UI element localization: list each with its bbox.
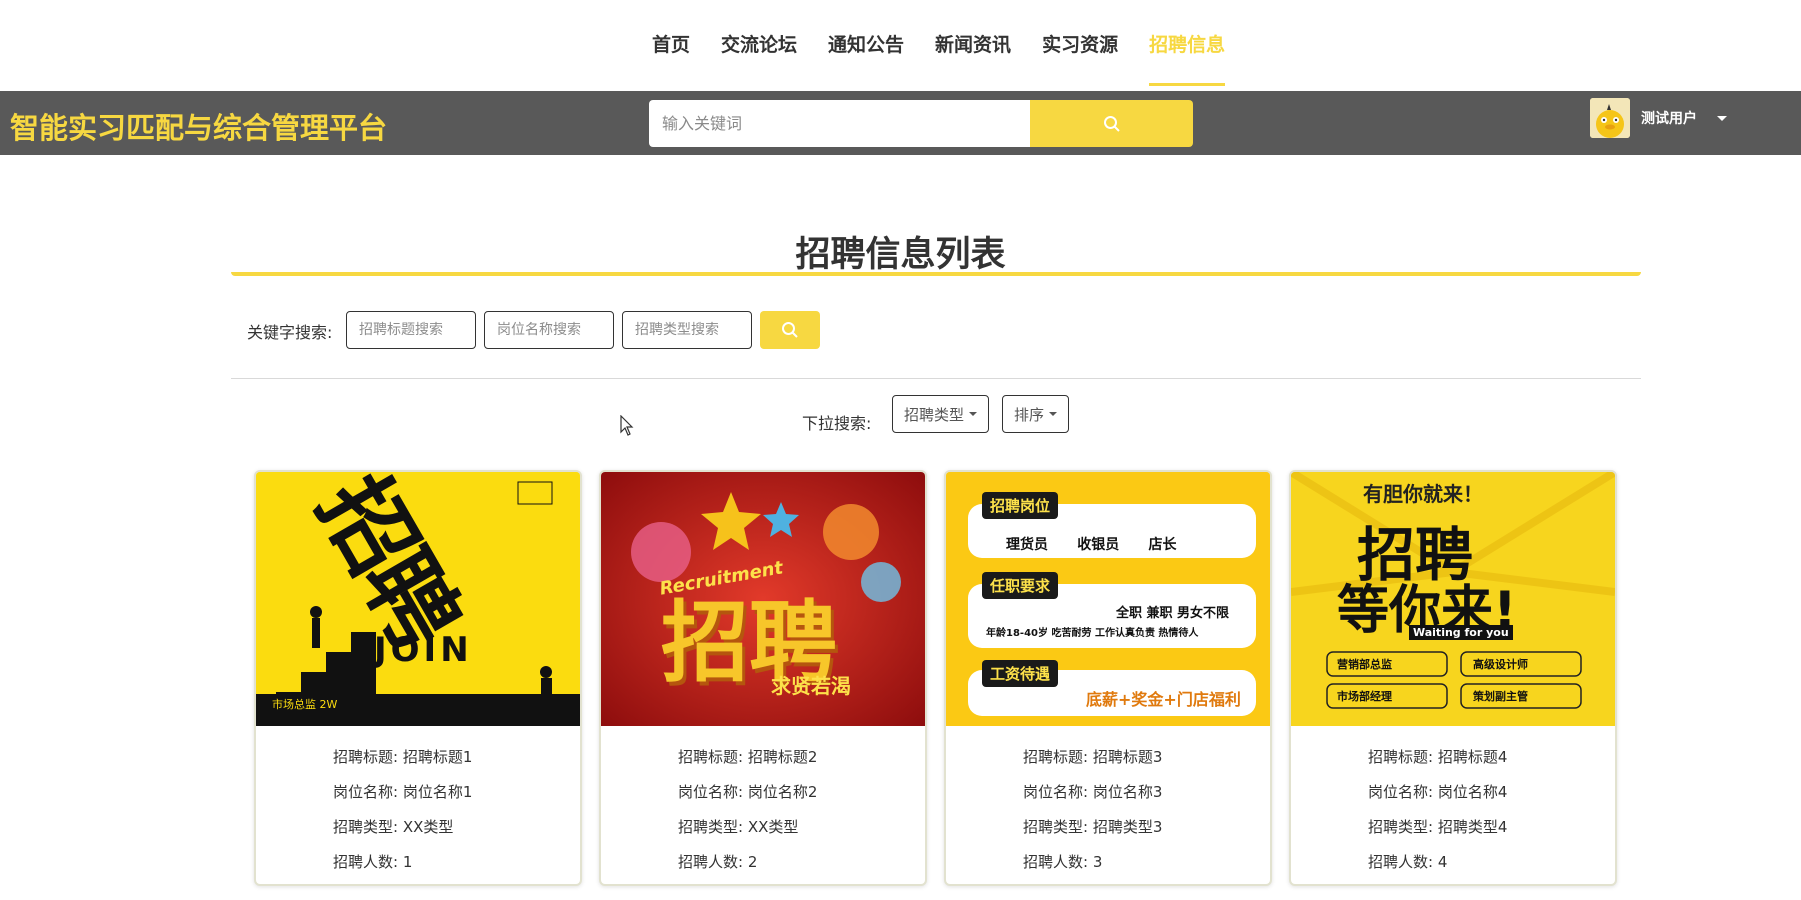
mouse-cursor-icon <box>620 415 634 436</box>
card-type-row: 招聘类型: XX类型 <box>678 818 799 836</box>
poster-role: 高级设计师 <box>1473 658 1528 671</box>
card-type-row: 招聘类型: 招聘类型3 <box>1023 818 1163 836</box>
poster-heading: 任职要求 <box>982 572 1059 599</box>
nav-links: 首页 交流论坛 通知公告 新闻资讯 实习资源 招聘信息 <box>652 0 1256 91</box>
poster-requirements: 全职 兼职 男女不限 <box>1116 606 1230 621</box>
caret-down-icon <box>1049 412 1058 416</box>
nav-item-notices[interactable]: 通知公告 <box>828 0 904 86</box>
recruitment-card[interactable]: 有胆你就来！ 招聘 等你来! Waiting for you 营销部总监 高级设… <box>1289 470 1617 886</box>
divider <box>231 378 1641 379</box>
poster-top-text: 有胆你就来！ <box>1363 482 1483 506</box>
poster-sub-text: JOIN <box>374 630 473 670</box>
search-icon <box>1103 115 1120 132</box>
card-position-row: 岗位名称: 岗位名称2 <box>678 783 818 801</box>
top-navigation: 首页 交流论坛 通知公告 新闻资讯 实习资源 招聘信息 <box>0 0 1801 91</box>
poster-pay: 底薪+奖金+门店福利 <box>1086 690 1241 709</box>
card-title-row: 招聘标题: 招聘标题3 <box>1023 748 1163 766</box>
dropdown-label: 排序 <box>1014 405 1045 424</box>
card-count-row: 招聘人数: 3 <box>1023 853 1103 871</box>
search-icon <box>782 322 798 338</box>
poster-sub-text: Waiting for you <box>1409 625 1513 640</box>
poster-image: 招聘岗位 理货员 收银员 店长 任职要求 全职 兼职 男女不限 年龄18-40岁… <box>946 472 1270 726</box>
card-type-row: 招聘类型: 招聘类型4 <box>1368 818 1508 836</box>
position-search-input[interactable] <box>484 311 614 349</box>
poster-roles: 理货员 收银员 店长 <box>1006 537 1177 553</box>
keyword-search-button[interactable] <box>760 311 820 349</box>
poster-role: 营销部总监 <box>1337 658 1392 671</box>
recruitment-type-dropdown[interactable]: 招聘类型 <box>892 395 990 433</box>
poster-heading: 招聘岗位 <box>982 492 1059 519</box>
poster-image: 有胆你就来！ 招聘 等你来! Waiting for you 营销部总监 高级设… <box>1291 472 1615 726</box>
global-search-input[interactable] <box>649 100 1030 147</box>
nav-item-recruitment[interactable]: 招聘信息 <box>1149 0 1226 86</box>
nav-item-internship-resources[interactable]: 实习资源 <box>1042 0 1118 86</box>
card-title-row: 招聘标题: 招聘标题4 <box>1368 748 1508 766</box>
card-count-row: 招聘人数: 2 <box>678 853 758 871</box>
page-title: 招聘信息列表 <box>795 235 1006 275</box>
card-position-row: 岗位名称: 岗位名称1 <box>333 783 473 801</box>
nav-item-home[interactable]: 首页 <box>652 0 690 86</box>
caret-down-icon <box>969 412 978 416</box>
title-underline <box>231 272 1641 276</box>
recruitment-card[interactable]: 招聘 JOIN 市场总监 2W 招聘标题: 招聘标题1 岗位名称: 岗位名称1 … <box>254 470 582 886</box>
card-type-row: 招聘类型: XX类型 <box>333 818 454 836</box>
poster-role: 市场部经理 <box>1337 690 1392 703</box>
poster-role: 策划副主管 <box>1473 690 1528 703</box>
card-position-row: 岗位名称: 岗位名称4 <box>1368 783 1508 801</box>
sort-dropdown[interactable]: 排序 <box>1002 395 1070 433</box>
poster-image: Recruitment 招聘 求贤若渴 <box>601 472 925 726</box>
username: 测试用户 <box>1641 111 1697 127</box>
card-title-row: 招聘标题: 招聘标题1 <box>333 748 473 766</box>
type-search-input[interactable] <box>622 311 752 349</box>
dropdown-search-label: 下拉搜索: <box>802 414 872 433</box>
poster-sub-text: 求贤若渴 <box>771 674 851 698</box>
keyword-search-label: 关键字搜索: <box>247 323 333 342</box>
card-count-row: 招聘人数: 4 <box>1368 853 1448 871</box>
avatar <box>1590 98 1630 138</box>
title-search-input[interactable] <box>346 311 476 349</box>
nav-item-forum[interactable]: 交流论坛 <box>721 0 797 86</box>
card-title-row: 招聘标题: 招聘标题2 <box>678 748 818 766</box>
user-menu[interactable]: 测试用户 <box>1590 98 1727 138</box>
poster-image: 招聘 JOIN 市场总监 2W <box>256 472 580 726</box>
dropdown-label: 招聘类型 <box>904 405 965 424</box>
chevron-down-icon <box>1717 115 1727 121</box>
site-title: 智能实习匹配与综合管理平台 <box>10 111 388 145</box>
recruitment-card[interactable]: 招聘岗位 理货员 收银员 店长 任职要求 全职 兼职 男女不限 年龄18-40岁… <box>944 470 1272 886</box>
poster-tag: 市场总监 2W <box>272 698 338 711</box>
poster-requirements: 年龄18-40岁 吃苦耐劳 工作认真负责 热情待人 <box>986 628 1199 639</box>
nav-item-news[interactable]: 新闻资讯 <box>935 0 1011 86</box>
poster-heading: 工资待遇 <box>982 660 1059 687</box>
recruitment-card[interactable]: Recruitment 招聘 求贤若渴 招聘标题: 招聘标题2 岗位名称: 岗位… <box>599 470 927 886</box>
global-search-button[interactable] <box>1030 100 1193 147</box>
card-position-row: 岗位名称: 岗位名称3 <box>1023 783 1163 801</box>
card-count-row: 招聘人数: 1 <box>333 853 413 871</box>
header-bar: 智能实习匹配与综合管理平台 测试用户 <box>0 91 1801 155</box>
